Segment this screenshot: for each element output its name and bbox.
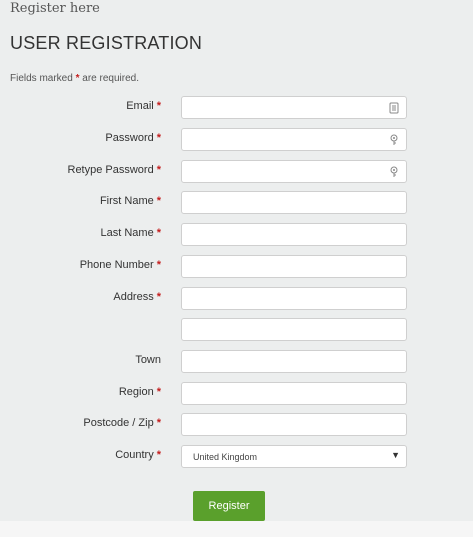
phone-label: Phone Number *: [80, 259, 161, 271]
country-selected-value: United Kingdom: [193, 452, 258, 462]
last-name-label-text: Last Name: [100, 227, 154, 239]
postcode-row: Postcode / Zip *: [0, 413, 473, 437]
required-star: *: [75, 73, 80, 84]
phone-field[interactable]: [181, 255, 407, 278]
password-label-text: Password: [105, 132, 154, 144]
retype-password-row: Retype Password *: [0, 160, 473, 184]
key-icon: [389, 134, 399, 146]
country-label-text: Country: [115, 449, 154, 461]
address-line1-field[interactable]: [181, 287, 407, 310]
email-label: Email *: [126, 100, 161, 112]
country-row: Country * United Kingdom ▼: [0, 445, 473, 469]
required-note-suffix: are required.: [82, 73, 139, 84]
required-star: *: [156, 164, 161, 176]
required-star: *: [156, 132, 161, 144]
town-label: Town: [135, 354, 161, 366]
required-star: *: [156, 449, 161, 461]
town-field[interactable]: [181, 350, 407, 373]
region-label-text: Region: [118, 386, 154, 398]
first-name-label: First Name *: [100, 195, 161, 207]
postcode-field[interactable]: [181, 413, 407, 436]
password-row: Password *: [0, 128, 473, 152]
address-row: Address *: [0, 287, 473, 311]
town-row: Town: [0, 350, 473, 374]
register-button[interactable]: Register: [193, 491, 265, 521]
address-label-text: Address: [113, 291, 154, 303]
address-label: Address *: [113, 291, 161, 303]
first-name-label-text: First Name: [99, 195, 154, 207]
first-name-row: First Name *: [0, 191, 473, 215]
page-title: USER REGISTRATION: [10, 33, 203, 53]
chevron-down-icon: ▼: [391, 450, 400, 460]
email-field[interactable]: [181, 96, 407, 119]
required-star: *: [156, 386, 161, 398]
page-top-title: Register here: [10, 1, 100, 16]
email-row: Email *: [0, 96, 473, 120]
required-star: *: [156, 100, 161, 112]
phone-row: Phone Number *: [0, 255, 473, 279]
retype-password-label: Retype Password *: [68, 164, 162, 176]
contact-card-icon: [389, 102, 399, 114]
required-note-prefix: Fields marked: [10, 73, 73, 84]
last-name-label: Last Name *: [101, 227, 161, 239]
retype-password-field[interactable]: [181, 160, 407, 183]
required-fields-note: Fields marked * are required.: [10, 73, 139, 84]
town-label-text: Town: [135, 354, 161, 366]
postcode-label: Postcode / Zip *: [83, 417, 161, 429]
email-label-text: Email: [126, 100, 154, 112]
country-select[interactable]: United Kingdom ▼: [181, 445, 407, 468]
last-name-field[interactable]: [181, 223, 407, 246]
region-label: Region *: [119, 386, 161, 398]
required-star: *: [156, 227, 161, 239]
last-name-row: Last Name *: [0, 223, 473, 247]
first-name-field[interactable]: [181, 191, 407, 214]
region-field[interactable]: [181, 382, 407, 405]
country-label: Country *: [115, 449, 161, 461]
password-field[interactable]: [181, 128, 407, 151]
required-star: *: [156, 259, 161, 271]
password-label: Password *: [105, 132, 161, 144]
phone-label-text: Phone Number: [79, 259, 154, 271]
required-star: *: [156, 417, 161, 429]
required-star: *: [156, 291, 161, 303]
footer-band: [0, 521, 473, 537]
address-line2-row: [0, 318, 473, 342]
retype-password-label-text: Retype Password: [67, 164, 154, 176]
postcode-label-text: Postcode / Zip: [83, 417, 154, 429]
address-line2-field[interactable]: [181, 318, 407, 341]
required-star: *: [156, 195, 161, 207]
region-row: Region *: [0, 382, 473, 406]
key-icon: [389, 166, 399, 178]
